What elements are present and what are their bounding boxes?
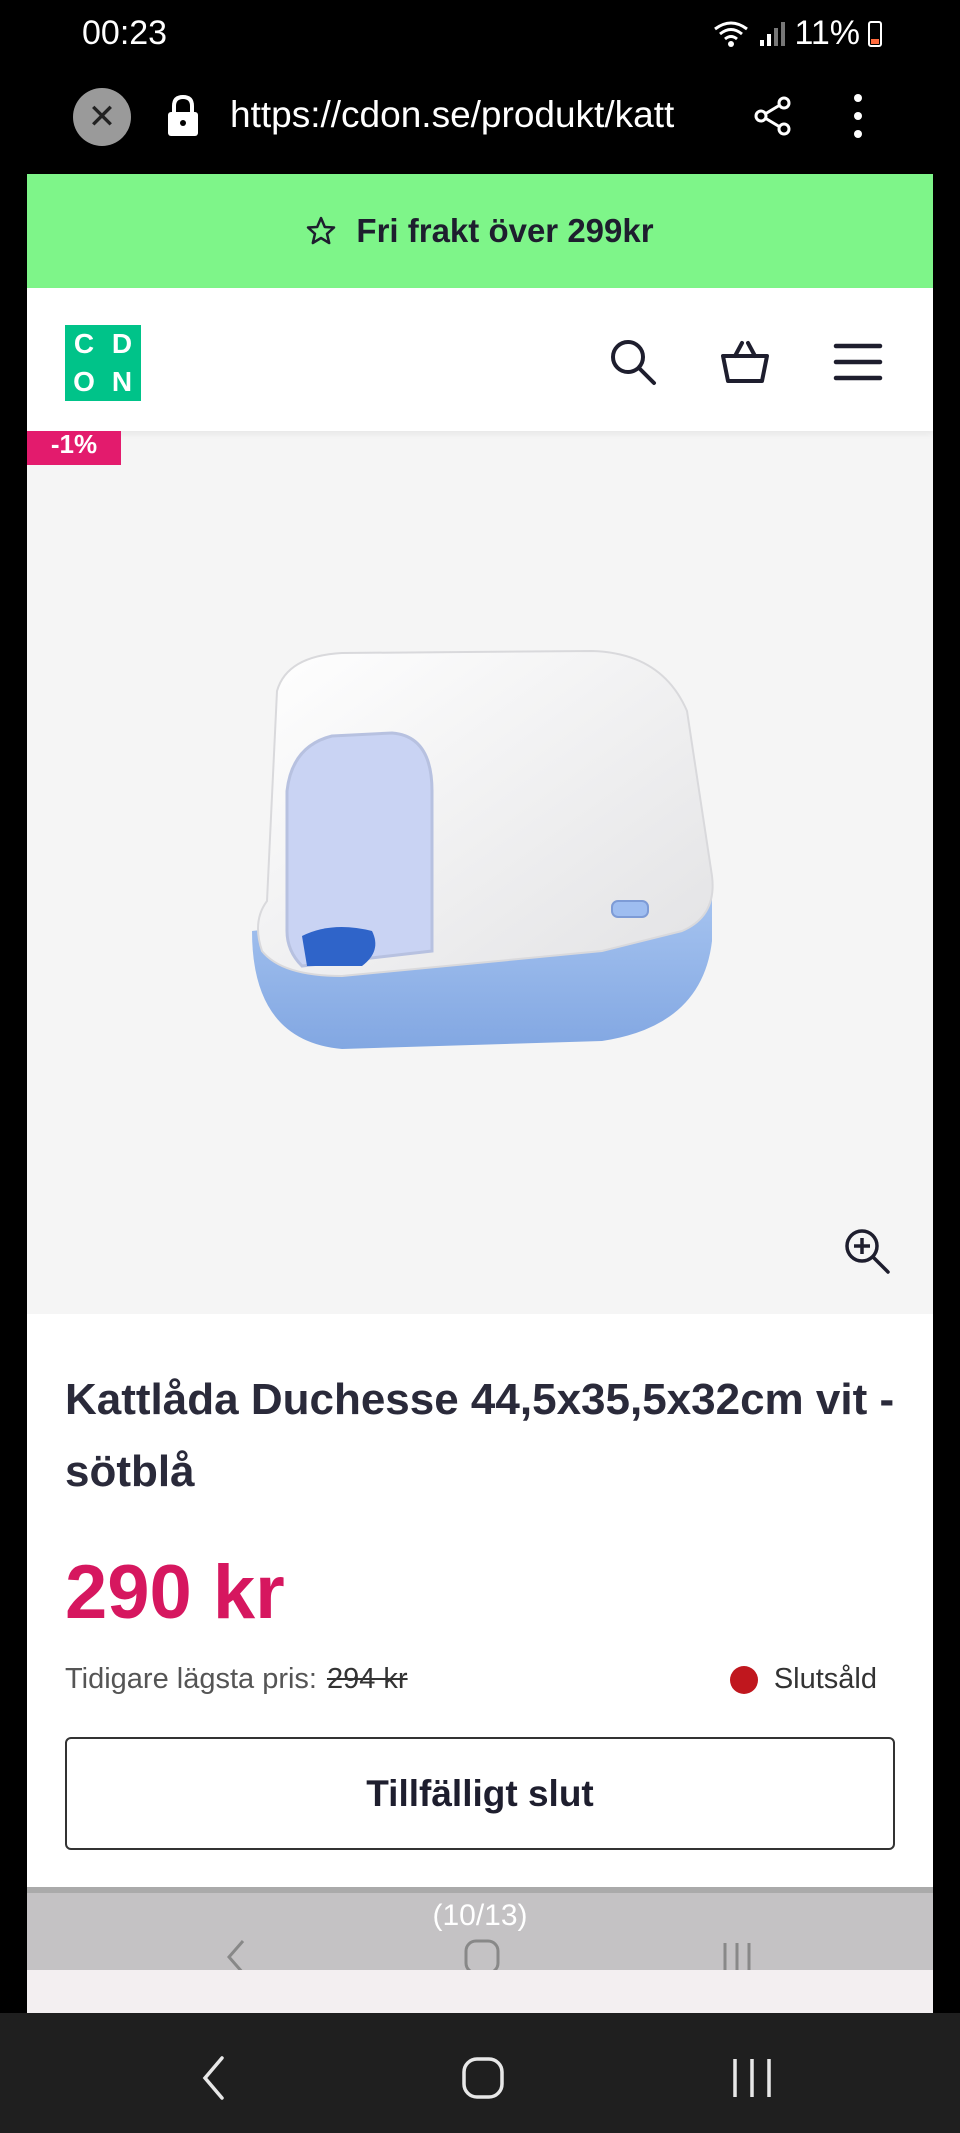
- screen: 00:23 11% ✕ https://cdon.se/produkt/katt…: [0, 0, 960, 2133]
- battery-icon: [868, 20, 882, 47]
- product-gallery[interactable]: -1%: [27, 431, 933, 1314]
- home-icon[interactable]: [458, 2053, 508, 2103]
- cdon-logo[interactable]: C D O N: [65, 325, 141, 401]
- battery-text: 11%: [794, 14, 860, 52]
- logo-letter: N: [111, 366, 133, 397]
- product-title: Kattlåda Duchesse 44,5x35,5x32cm vit - s…: [65, 1375, 895, 1496]
- back-icon[interactable]: [190, 2053, 240, 2103]
- lock-icon: [168, 94, 198, 136]
- signal-icon: [760, 21, 786, 46]
- search-icon[interactable]: [607, 336, 659, 388]
- status-time: 00:23: [82, 14, 168, 52]
- stock-status-dot: [729, 1665, 758, 1694]
- product-image[interactable]: [232, 631, 752, 1101]
- star-icon: [307, 216, 336, 245]
- system-navigation-bar: [0, 2013, 960, 2133]
- close-tab-button[interactable]: ✕: [73, 88, 131, 146]
- status-indicators: 11%: [712, 14, 882, 53]
- basket-icon[interactable]: [719, 336, 771, 388]
- url-field[interactable]: https://cdon.se/produkt/katt: [230, 94, 730, 136]
- logo-letter: O: [73, 366, 95, 397]
- previous-lowest-price: Tidigare lägsta pris: 294 kr: [65, 1663, 408, 1696]
- stock-status: Slutsåld: [729, 1663, 877, 1696]
- logo-letter: D: [111, 328, 133, 359]
- zoom-in-icon[interactable]: [842, 1226, 892, 1276]
- more-options-icon[interactable]: [840, 90, 876, 142]
- previous-price-label: Tidigare lägsta pris:: [65, 1663, 317, 1695]
- discount-badge: -1%: [27, 431, 121, 465]
- temporarily-out-button[interactable]: Tillfälligt slut: [65, 1737, 895, 1850]
- status-bar: 00:23 11%: [0, 0, 960, 70]
- site-header: C D O N: [27, 288, 933, 431]
- browser-url-bar: ✕ https://cdon.se/produkt/katt: [0, 80, 960, 175]
- previous-price-value: 294 kr: [326, 1663, 408, 1695]
- gallery-page-counter: (10/13): [432, 1899, 528, 1932]
- gallery-overlay-bar: (10/13): [27, 1887, 933, 1975]
- free-shipping-banner: Fri frakt över 299kr: [27, 174, 933, 288]
- stock-status-label: Slutsåld: [773, 1663, 877, 1695]
- page-bottom-strip: [27, 1970, 933, 2014]
- logo-letter: C: [73, 328, 95, 359]
- recent-apps-icon[interactable]: [727, 2053, 777, 2103]
- product-price: 290 kr: [65, 1550, 285, 1635]
- promo-text: Fri frakt över 299kr: [356, 212, 654, 249]
- web-page: Fri frakt över 299kr C D O N -1% Kattlåd…: [27, 174, 933, 2014]
- wifi-icon: [714, 21, 749, 47]
- share-icon[interactable]: [752, 95, 794, 137]
- menu-icon[interactable]: [832, 336, 884, 388]
